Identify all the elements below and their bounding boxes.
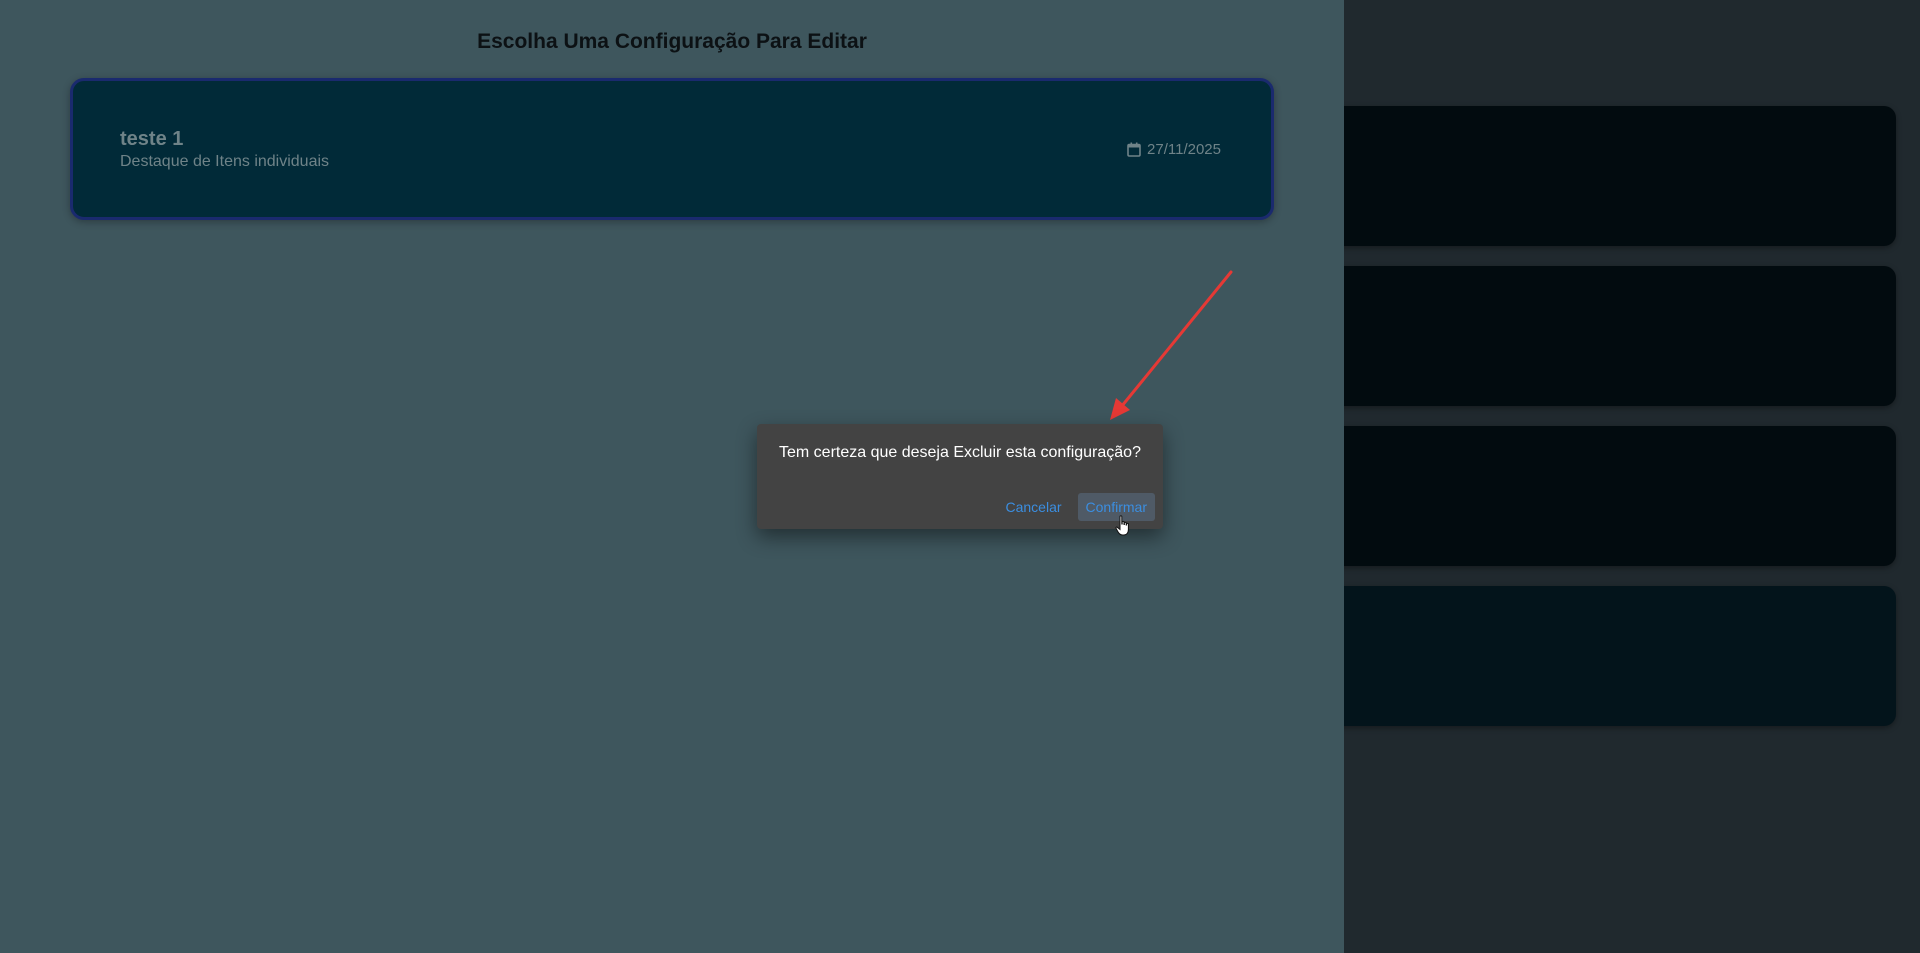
config-type: Destaque de Itens individuais (120, 153, 330, 170)
config-date-text: 27/11/2025 (1147, 141, 1221, 158)
background-card[interactable] (1300, 266, 1896, 406)
background-card[interactable] (1300, 586, 1896, 726)
dialog-message: Tem certeza que deseja Excluir esta conf… (779, 444, 1141, 461)
background-card[interactable] (1300, 106, 1896, 246)
config-date: 27/11/2025 (1127, 141, 1221, 158)
confirm-delete-dialog: Tem certeza que deseja Excluir esta conf… (757, 424, 1163, 529)
calendar-icon (1127, 142, 1141, 157)
annotation-arrow-icon (1110, 270, 1233, 420)
background-card[interactable] (1300, 426, 1896, 566)
hand-pointer-icon (1115, 515, 1129, 536)
config-name: teste 1 (120, 128, 184, 150)
drawer-title: Escolha Uma Configuração Para Editar (477, 30, 867, 53)
config-card[interactable]: teste 1 Destaque de Itens individuais 27… (70, 78, 1274, 220)
dialog-actions: Cancelar Confirmar (998, 493, 1155, 521)
cancel-button[interactable]: Cancelar (998, 493, 1070, 521)
